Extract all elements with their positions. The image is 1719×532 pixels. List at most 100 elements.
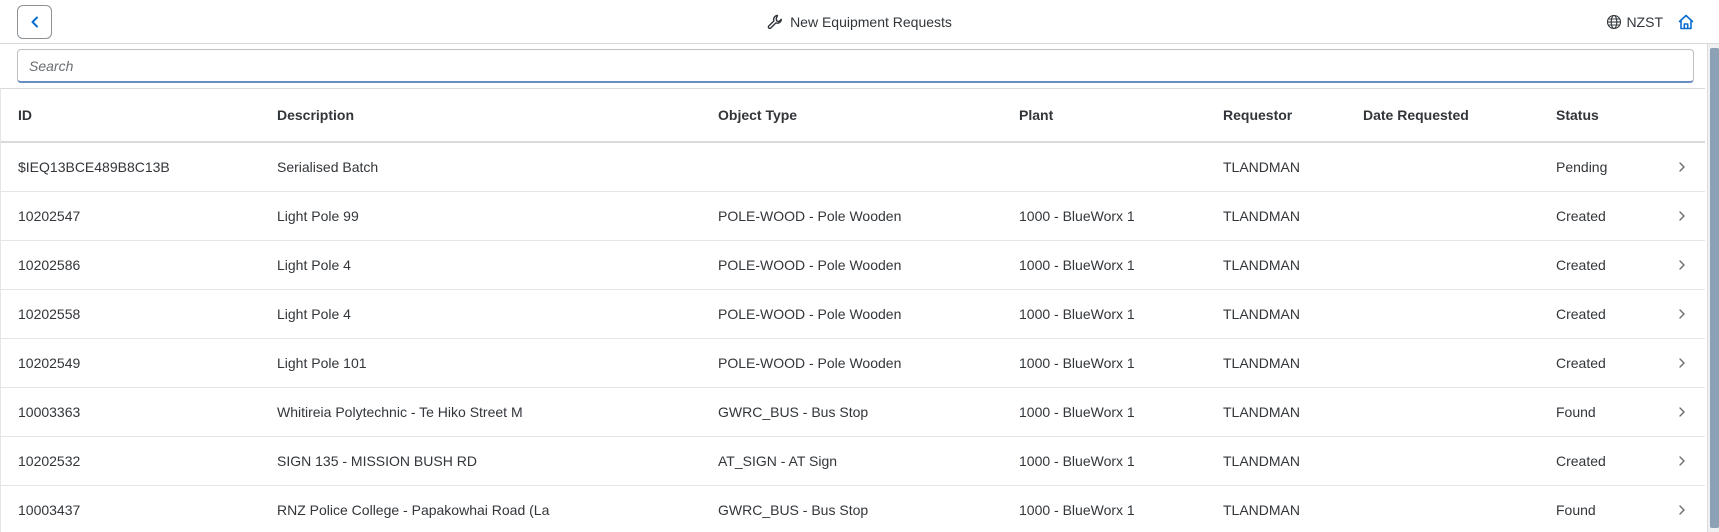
table-row[interactable]: 10003363 Whitireia Polytechnic - Te Hiko… <box>1 388 1705 437</box>
page-title: New Equipment Requests <box>790 14 952 30</box>
cell-object-type: GWRC_BUS - Bus Stop <box>718 502 869 518</box>
cell-status: Created <box>1556 453 1606 469</box>
app-header: New Equipment Requests NZST <box>0 0 1719 44</box>
scrollbar-thumb[interactable] <box>1710 48 1719 528</box>
cell-plant: 1000 - BlueWorx 1 <box>1019 306 1135 322</box>
cell-id: 10202547 <box>18 208 81 224</box>
chevron-right-icon <box>1679 260 1685 270</box>
cell-id: 10202586 <box>18 257 81 273</box>
cell-id: 10202558 <box>18 306 81 322</box>
cell-description: Light Pole 4 <box>277 306 351 322</box>
cell-requestor: TLANDMAN <box>1223 404 1301 420</box>
chevron-right-icon <box>1679 309 1685 319</box>
column-header-status[interactable]: Status <box>1556 89 1656 141</box>
row-navigation[interactable] <box>1673 437 1691 485</box>
wrench-icon <box>767 14 783 29</box>
chevron-right-icon <box>1679 407 1685 417</box>
column-header-description[interactable]: Description <box>277 89 707 141</box>
chevron-right-icon <box>1679 211 1685 221</box>
cell-status: Created <box>1556 355 1606 371</box>
column-header-requestor[interactable]: Requestor <box>1223 89 1353 141</box>
table-header-row: ID Description Object Type Plant Request… <box>1 89 1705 143</box>
column-header-object-type[interactable]: Object Type <box>718 89 1008 141</box>
home-button[interactable] <box>1676 12 1696 32</box>
title-container: New Equipment Requests <box>0 0 1719 44</box>
chevron-right-icon <box>1679 456 1685 466</box>
row-navigation[interactable] <box>1673 290 1691 338</box>
cell-id: $IEQ13BCE489B8C13B <box>18 159 170 175</box>
page-title-group: New Equipment Requests <box>767 14 952 31</box>
cell-date-requested <box>1363 486 1548 532</box>
row-navigation[interactable] <box>1673 143 1691 191</box>
equipment-requests-table: ID Description Object Type Plant Request… <box>0 88 1705 532</box>
cell-plant: 1000 - BlueWorx 1 <box>1019 453 1135 469</box>
cell-object-type: POLE-WOOD - Pole Wooden <box>718 306 902 322</box>
cell-plant: 1000 - BlueWorx 1 <box>1019 404 1135 420</box>
cell-status: Found <box>1556 502 1596 518</box>
cell-status: Created <box>1556 257 1606 273</box>
cell-status: Created <box>1556 208 1606 224</box>
cell-requestor: TLANDMAN <box>1223 159 1301 175</box>
cell-id: 10003437 <box>18 502 81 518</box>
cell-description: Light Pole 101 <box>277 355 367 371</box>
app-root: New Equipment Requests NZST ID Descr <box>0 0 1719 532</box>
cell-requestor: TLANDMAN <box>1223 257 1301 273</box>
row-navigation[interactable] <box>1673 486 1691 532</box>
table-row[interactable]: 10202558 Light Pole 4 POLE-WOOD - Pole W… <box>1 290 1705 339</box>
table-row[interactable]: 10003437 RNZ Police College - Papakowhai… <box>1 486 1705 532</box>
cell-date-requested <box>1363 241 1548 289</box>
cell-id: 10202532 <box>18 453 81 469</box>
timezone-indicator[interactable]: NZST <box>1606 11 1663 33</box>
cell-plant: 1000 - BlueWorx 1 <box>1019 257 1135 273</box>
chevron-right-icon <box>1679 505 1685 515</box>
row-navigation[interactable] <box>1673 339 1691 387</box>
search-input[interactable] <box>18 50 1693 81</box>
cell-description: RNZ Police College - Papakowhai Road (La <box>277 502 550 518</box>
globe-icon <box>1607 14 1622 30</box>
cell-object-type: GWRC_BUS - Bus Stop <box>718 404 869 420</box>
cell-id: 10003363 <box>18 404 81 420</box>
cell-plant: 1000 - BlueWorx 1 <box>1019 502 1135 518</box>
table-row[interactable]: 10202532 SIGN 135 - MISSION BUSH RD AT_S… <box>1 437 1705 486</box>
cell-status: Found <box>1556 404 1596 420</box>
cell-plant: 1000 - BlueWorx 1 <box>1019 355 1135 371</box>
cell-description: Light Pole 4 <box>277 257 351 273</box>
cell-object-type: POLE-WOOD - Pole Wooden <box>718 257 902 273</box>
cell-object-type: POLE-WOOD - Pole Wooden <box>718 355 902 371</box>
cell-description: Whitireia Polytechnic - Te Hiko Street M <box>277 404 523 420</box>
column-header-date-requested[interactable]: Date Requested <box>1363 89 1548 141</box>
cell-date-requested <box>1363 388 1548 436</box>
cell-description: Light Pole 99 <box>277 208 359 224</box>
vertical-scrollbar[interactable] <box>1707 44 1719 532</box>
cell-requestor: TLANDMAN <box>1223 306 1301 322</box>
chevron-left-icon <box>31 16 38 28</box>
cell-date-requested <box>1363 437 1548 485</box>
table-row[interactable]: 10202547 Light Pole 99 POLE-WOOD - Pole … <box>1 192 1705 241</box>
cell-object-type: AT_SIGN - AT Sign <box>718 453 838 469</box>
column-header-id[interactable]: ID <box>18 89 268 141</box>
cell-description: Serialised Batch <box>277 159 379 175</box>
back-button[interactable] <box>17 5 52 39</box>
cell-date-requested <box>1363 192 1548 240</box>
search-field <box>17 49 1694 83</box>
cell-requestor: TLANDMAN <box>1223 208 1301 224</box>
cell-date-requested <box>1363 290 1548 338</box>
cell-plant: 1000 - BlueWorx 1 <box>1019 208 1135 224</box>
table-row[interactable]: 10202586 Light Pole 4 POLE-WOOD - Pole W… <box>1 241 1705 290</box>
cell-id: 10202549 <box>18 355 81 371</box>
cell-requestor: TLANDMAN <box>1223 355 1301 371</box>
cell-date-requested <box>1363 143 1548 191</box>
row-navigation[interactable] <box>1673 241 1691 289</box>
home-icon <box>1678 14 1694 30</box>
cell-requestor: TLANDMAN <box>1223 453 1301 469</box>
table-row[interactable]: $IEQ13BCE489B8C13B Serialised Batch TLAN… <box>1 143 1705 192</box>
cell-description: SIGN 135 - MISSION BUSH RD <box>277 453 477 469</box>
column-header-plant[interactable]: Plant <box>1019 89 1214 141</box>
cell-status: Created <box>1556 306 1606 322</box>
row-navigation[interactable] <box>1673 192 1691 240</box>
row-navigation[interactable] <box>1673 388 1691 436</box>
cell-object-type: POLE-WOOD - Pole Wooden <box>718 208 902 224</box>
cell-object-type <box>718 143 1008 191</box>
chevron-right-icon <box>1679 162 1685 172</box>
table-row[interactable]: 10202549 Light Pole 101 POLE-WOOD - Pole… <box>1 339 1705 388</box>
